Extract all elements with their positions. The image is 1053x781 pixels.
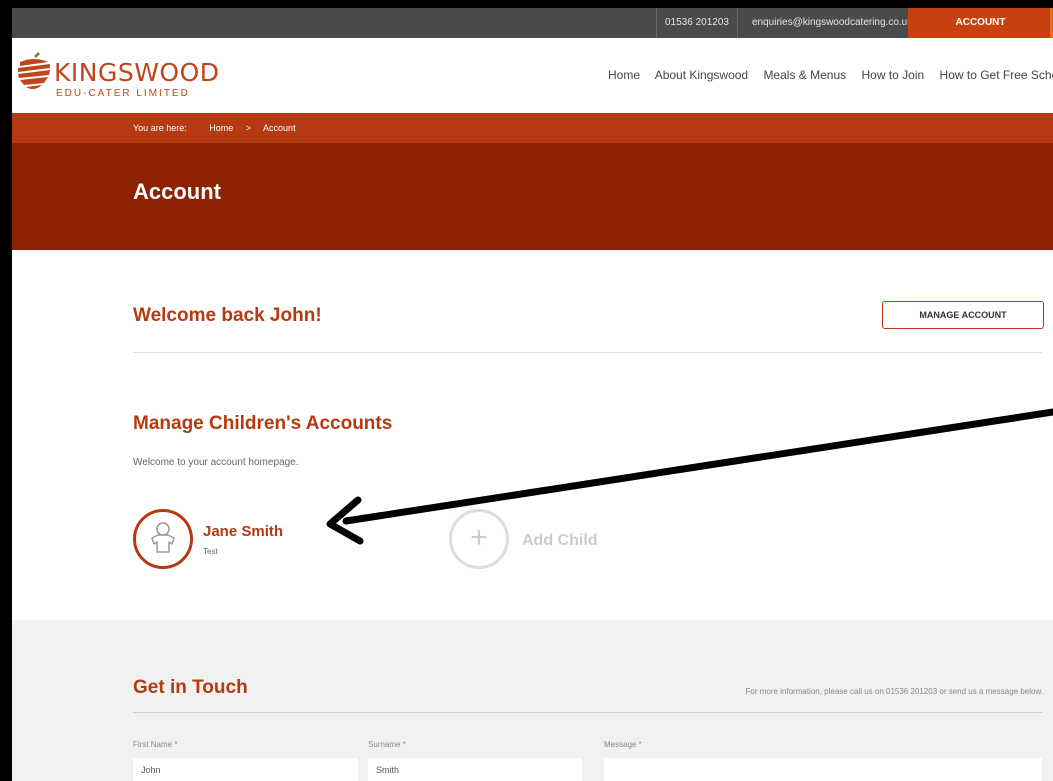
annotation-arrow (326, 408, 1053, 545)
